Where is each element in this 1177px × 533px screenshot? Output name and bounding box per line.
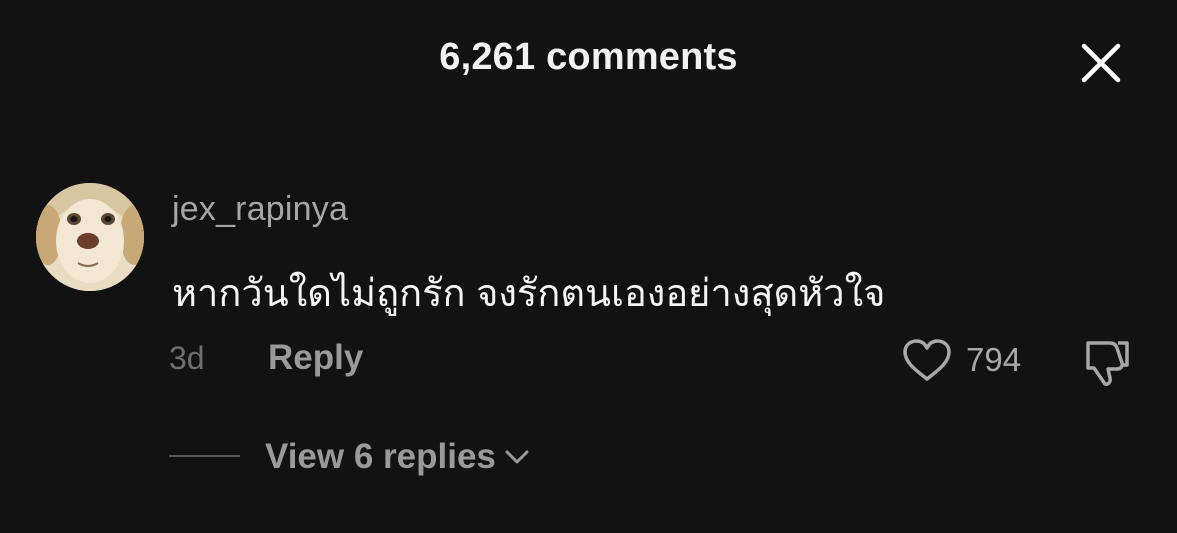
chevron-down-icon (504, 449, 530, 465)
close-icon (1081, 43, 1121, 83)
view-replies-label: View 6 replies (265, 437, 496, 476)
comment-username[interactable]: jex_rapinya (172, 190, 348, 229)
replies-divider (169, 455, 240, 457)
like-button[interactable]: 794 (902, 336, 1021, 384)
comment-timestamp: 3d (169, 340, 205, 376)
avatar[interactable] (36, 183, 144, 291)
heart-icon (903, 339, 951, 381)
reply-button[interactable]: Reply (268, 338, 363, 378)
comments-count-title: 6,261 comments (439, 36, 738, 78)
thumbs-down-icon (1086, 341, 1129, 386)
comment-text: หากวันใดไม่ถูกรัก จงรักตนเองอย่างสุดหัวใ… (172, 273, 886, 315)
dog-avatar-image (36, 183, 144, 291)
like-count: 794 (966, 341, 1022, 378)
view-replies-button[interactable]: View 6 replies (265, 436, 530, 478)
close-button[interactable] (1074, 36, 1128, 90)
dislike-button[interactable] (1080, 335, 1134, 389)
